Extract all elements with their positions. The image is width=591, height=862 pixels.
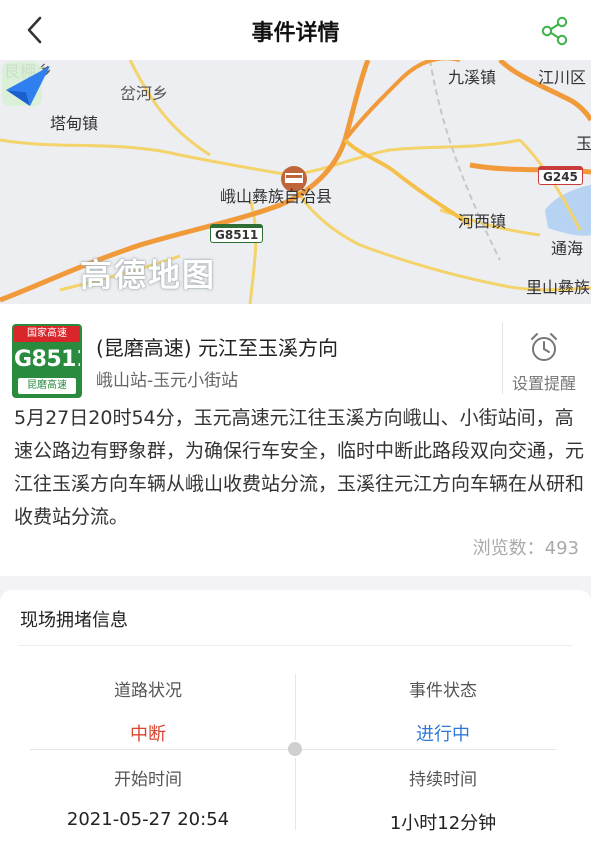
road-status-cell: 道路状况 中断 (0, 676, 296, 746)
duration-value: 1小时12分钟 (389, 813, 497, 834)
road-section: 峨山站-玉元小街站 (96, 371, 239, 391)
divider (295, 674, 296, 740)
event-card: 国家高速 G8511 昆磨高速 (昆磨高速) 元江至玉溪方向 峨山站-玉元小街站… (0, 304, 591, 576)
top-nav-bar: 事件详情 (0, 0, 591, 60)
map-label: 岔河乡 (120, 84, 169, 103)
highway-shield: G8511 (210, 224, 264, 243)
event-detail-page: 事件详情 岔河乡 九溪镇 江川区 塔甸镇 峨山彝族自治县 河西镇 通海 里山彝族… (0, 0, 591, 862)
badge-category: 国家高速 (14, 326, 80, 342)
page-title: 事件详情 (251, 21, 340, 46)
road-title: (昆磨高速) 元江至玉溪方向 (96, 336, 338, 360)
map-label: 河西镇 (458, 212, 507, 231)
event-status-cell: 事件状态 进行中 (295, 676, 591, 746)
map-label: 里山彝族 (526, 278, 591, 297)
map-watermark: 高德地图 (80, 256, 217, 294)
event-status-label: 事件状态 (409, 681, 477, 701)
event-status-value: 进行中 (416, 724, 470, 745)
map-label: 九溪镇 (448, 68, 497, 87)
set-reminder-label: 设置提醒 (511, 374, 576, 393)
badge-name: 昆磨高速 (18, 378, 76, 394)
divider (295, 758, 296, 830)
road-status-label: 道路状况 (114, 681, 182, 701)
map-label: 峨山彝族自治县 (220, 187, 333, 206)
alarm-clock-icon (531, 333, 557, 361)
duration-label: 持续时间 (409, 770, 477, 790)
map-label: 江川区 (538, 68, 587, 87)
start-time-value: 2021-05-27 20:54 (66, 809, 230, 830)
section-title: 现场拥堵信息 (20, 610, 128, 631)
map-label: 玉溪 (576, 134, 591, 153)
start-time-cell: 开始时间 2021-05-27 20:54 (0, 765, 296, 830)
share-icon (541, 16, 568, 46)
highway-badge: 国家高速 G8511 昆磨高速 (12, 324, 82, 398)
divider (502, 322, 503, 394)
congestion-info-panel: 现场拥堵信息 道路状况 中断 事件状态 进行中 开始时间 2021-05-27 … (0, 590, 591, 862)
road-status-value: 中断 (130, 724, 166, 745)
map-label: 通海 (551, 239, 584, 258)
badge-code: G8511 (14, 347, 80, 372)
highway-shield: G245 (538, 166, 583, 185)
divider-dot (288, 742, 302, 756)
share-button[interactable] (539, 16, 571, 46)
set-reminder-button[interactable]: 设置提醒 (504, 330, 584, 394)
map-label: 塔甸镇 (50, 114, 99, 133)
start-time-label: 开始时间 (114, 770, 182, 790)
duration-cell: 持续时间 1小时12分钟 (295, 765, 591, 835)
divider (18, 645, 573, 646)
event-description: 5月27日20时54分，玉元高速元江往玉溪方向峨山、小街站间，高速公路边有野象群… (14, 407, 585, 528)
amap-logo-icon (2, 62, 50, 106)
event-map[interactable]: 艮棚乡 岔河乡 九溪镇 江川区 塔甸镇 峨山彝族自治县 河西镇 通海 里山彝族 … (0, 60, 591, 304)
view-count: 浏览数：493 (472, 538, 579, 559)
